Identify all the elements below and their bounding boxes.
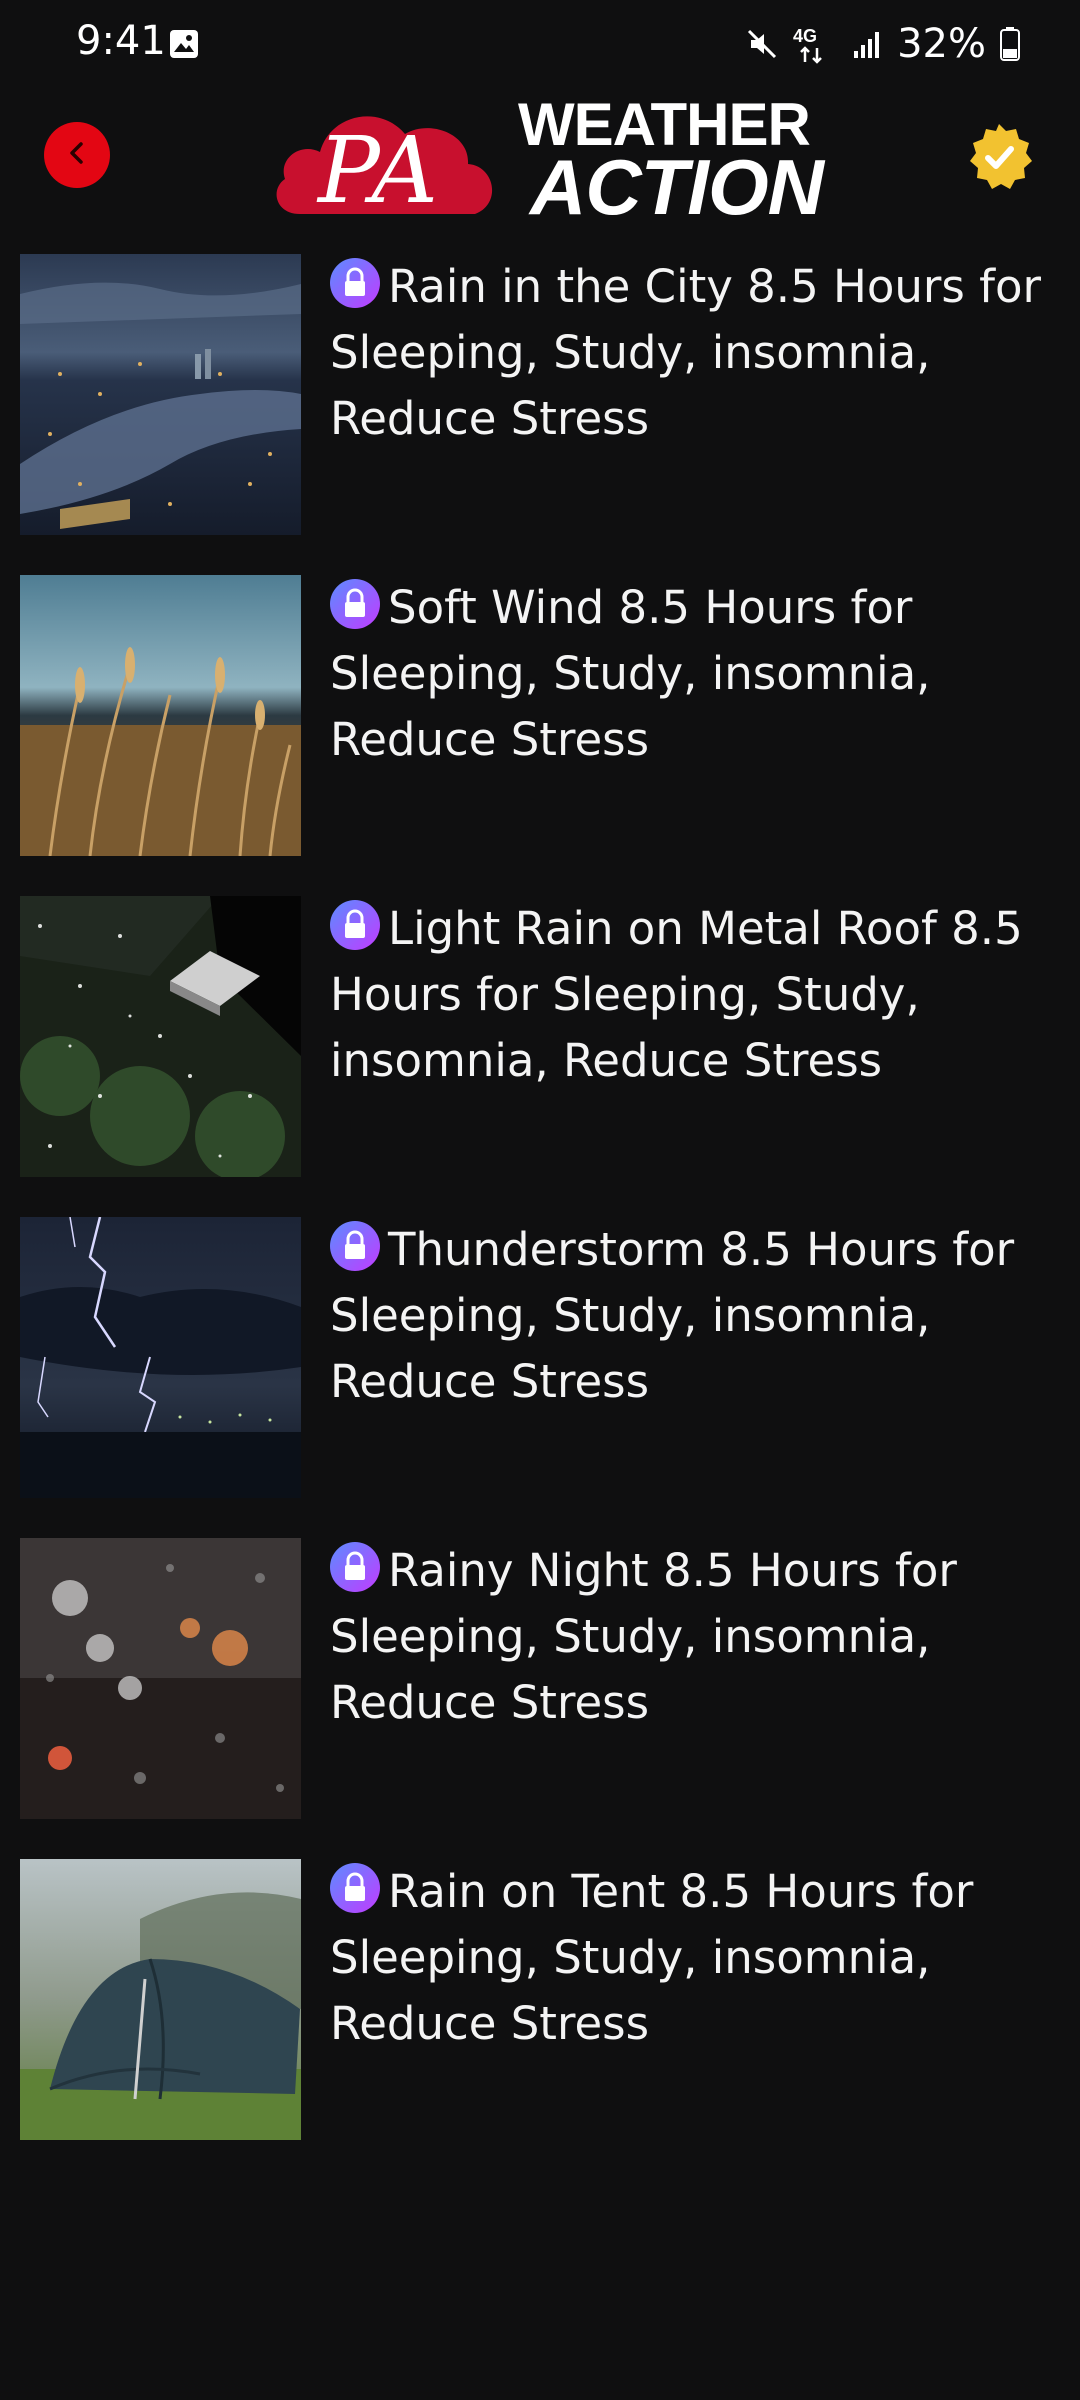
list-item[interactable]: Light Rain on Metal Roof 8.5 Hours for S… (0, 892, 1080, 1213)
lock-icon (330, 579, 380, 629)
track-title: Soft Wind 8.5 Hours for Sleeping, Study,… (330, 581, 931, 766)
status-time: 9:41 (76, 18, 166, 64)
lock-icon (330, 1863, 380, 1913)
status-indicators: 4G 32% (745, 16, 1020, 72)
track-title-block: Light Rain on Metal Roof 8.5 Hours for S… (330, 896, 1060, 1094)
track-title: Rainy Night 8.5 Hours for Sleeping, Stud… (330, 1544, 957, 1729)
chevron-left-icon (62, 138, 92, 172)
list-item[interactable]: Rain on Tent 8.5 Hours for Sleeping, Stu… (0, 1855, 1080, 2176)
track-thumbnail (20, 1217, 301, 1498)
track-title: Light Rain on Metal Roof 8.5 Hours for S… (330, 902, 1023, 1087)
list-item[interactable]: Soft Wind 8.5 Hours for Sleeping, Study,… (0, 571, 1080, 892)
app-header: PA WEATHER ACTION (0, 90, 1080, 250)
track-thumbnail (20, 575, 301, 856)
gallery-notification-icon (168, 28, 200, 60)
lock-icon (330, 900, 380, 950)
track-thumbnail (20, 896, 301, 1177)
lock-icon (330, 1221, 380, 1271)
battery-icon (1000, 27, 1020, 61)
track-title-block: Thunderstorm 8.5 Hours for Sleeping, Stu… (330, 1217, 1060, 1415)
weather-action-logo: PA WEATHER ACTION (270, 90, 824, 250)
battery-percent: 32% (897, 21, 986, 67)
track-title: Rain on Tent 8.5 Hours for Sleeping, Stu… (330, 1865, 974, 2050)
signal-icon (853, 29, 883, 59)
list-item[interactable]: Rain in the City 8.5 Hours for Sleeping,… (0, 250, 1080, 571)
back-button[interactable] (44, 122, 110, 188)
track-title-block: Rain on Tent 8.5 Hours for Sleeping, Stu… (330, 1859, 1060, 2057)
track-thumbnail (20, 1859, 301, 2140)
logo-monogram: PA (316, 117, 438, 224)
pa-cloud-logo-icon: PA (276, 116, 493, 224)
logo-word-action: ACTION (530, 143, 824, 231)
list-item[interactable]: Thunderstorm 8.5 Hours for Sleeping, Stu… (0, 1213, 1080, 1534)
list-item[interactable]: Rainy Night 8.5 Hours for Sleeping, Stud… (0, 1534, 1080, 1855)
lock-icon (330, 258, 380, 308)
network-4g-icon: 4G (793, 24, 839, 64)
network-label: 4G (793, 26, 817, 46)
track-title: Thunderstorm 8.5 Hours for Sleeping, Stu… (330, 1223, 1015, 1408)
verified-badge-button[interactable] (964, 122, 1034, 192)
status-bar: 9:41 4G 32% (0, 0, 1080, 90)
track-title-block: Soft Wind 8.5 Hours for Sleeping, Study,… (330, 575, 1060, 773)
track-list: Rain in the City 8.5 Hours for Sleeping,… (0, 250, 1080, 2176)
track-title: Rain in the City 8.5 Hours for Sleeping,… (330, 260, 1042, 445)
track-title-block: Rain in the City 8.5 Hours for Sleeping,… (330, 254, 1060, 452)
track-thumbnail (20, 254, 301, 535)
lock-icon (330, 1542, 380, 1592)
verified-badge-icon (964, 124, 1034, 196)
mute-icon (745, 27, 779, 61)
track-thumbnail (20, 1538, 301, 1819)
track-title-block: Rainy Night 8.5 Hours for Sleeping, Stud… (330, 1538, 1060, 1736)
